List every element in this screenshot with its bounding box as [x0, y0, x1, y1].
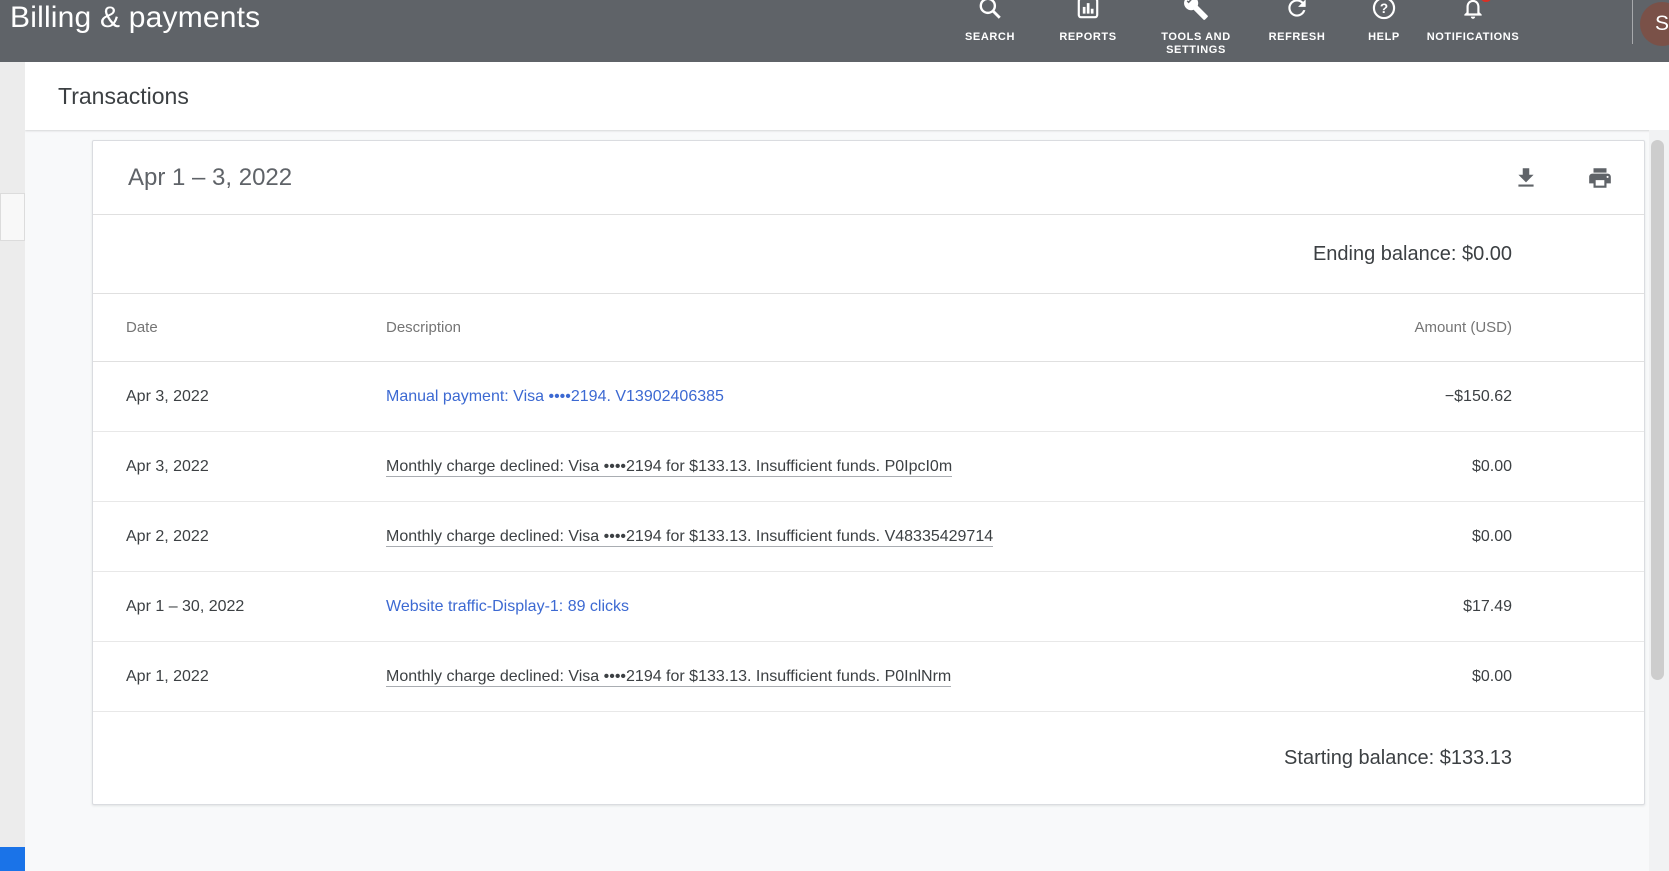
starting-balance: Starting balance: $133.13 — [1284, 747, 1512, 770]
bell-icon — [1460, 0, 1486, 21]
bottom-left-blue-element[interactable] — [0, 847, 25, 871]
transaction-amount: $0.00 — [1404, 668, 1644, 686]
table-row: Apr 3, 2022 Manual payment: Visa ••••219… — [93, 362, 1644, 432]
nav-tools-label: TOOLS AND SETTINGS — [1141, 31, 1251, 57]
avatar[interactable]: S — [1640, 2, 1669, 46]
page-title: Transactions — [58, 62, 189, 130]
transaction-date: Apr 1 – 30, 2022 — [93, 598, 386, 616]
help-icon: ? — [1371, 0, 1397, 21]
transaction-description: Monthly charge declined: Visa ••••2194 f… — [386, 668, 951, 687]
transaction-date: Apr 2, 2022 — [93, 528, 386, 546]
nav-reports[interactable]: REPORTS — [1038, 0, 1138, 62]
transaction-amount: −$150.62 — [1404, 388, 1644, 406]
starting-balance-row: Starting balance: $133.13 — [93, 712, 1644, 804]
nav-help-label: HELP — [1368, 31, 1400, 44]
transaction-amount: $17.49 — [1404, 598, 1644, 616]
nav-refresh[interactable]: REFRESH — [1247, 0, 1347, 62]
page-header-bar: Transactions — [25, 62, 1669, 130]
print-button[interactable] — [1585, 163, 1615, 193]
search-icon — [977, 0, 1003, 21]
right-scrollbar-thumb[interactable] — [1651, 140, 1664, 680]
ending-balance: Ending balance: $0.00 — [1313, 243, 1512, 266]
column-header-amount: Amount (USD) — [1404, 319, 1644, 336]
nav-tools-and-settings[interactable]: TOOLS AND SETTINGS — [1141, 0, 1251, 62]
table-row: Apr 1 – 30, 2022 Website traffic-Display… — [93, 572, 1644, 642]
wrench-icon — [1183, 0, 1209, 21]
app-title: Billing & payments — [10, 0, 260, 40]
nav-refresh-label: REFRESH — [1269, 31, 1326, 44]
refresh-icon — [1284, 0, 1310, 21]
ending-balance-row: Ending balance: $0.00 — [93, 215, 1644, 294]
transaction-description: Monthly charge declined: Visa ••••2194 f… — [386, 458, 952, 477]
app-bar: Billing & payments SEARCH REPORTS TOOLS … — [0, 0, 1669, 62]
nav-search[interactable]: SEARCH — [940, 0, 1040, 62]
table-row: Apr 1, 2022 Monthly charge declined: Vis… — [93, 642, 1644, 712]
transaction-link[interactable]: Manual payment: Visa ••••2194. V13902406… — [386, 388, 724, 405]
transactions-card: Apr 1 – 3, 2022 Ending balance: $0.00 Da… — [92, 140, 1645, 805]
transaction-description: Monthly charge declined: Visa ••••2194 f… — [386, 528, 993, 547]
column-header-date: Date — [93, 319, 386, 336]
avatar-letter: S — [1655, 12, 1669, 36]
transaction-link[interactable]: Website traffic-Display-1: 89 clicks — [386, 598, 629, 615]
transaction-amount: $0.00 — [1404, 528, 1644, 546]
table-row: Apr 2, 2022 Monthly charge declined: Vis… — [93, 502, 1644, 572]
transaction-date: Apr 3, 2022 — [93, 388, 386, 406]
print-icon — [1587, 165, 1613, 191]
transaction-amount: $0.00 — [1404, 458, 1644, 476]
nav-search-label: SEARCH — [965, 31, 1015, 44]
column-header-description: Description — [386, 319, 1404, 336]
download-button[interactable] — [1511, 163, 1541, 193]
svg-text:?: ? — [1380, 1, 1388, 16]
table-row: Apr 3, 2022 Monthly charge declined: Vis… — [93, 432, 1644, 502]
right-scrollbar-track — [1649, 130, 1669, 871]
card-header: Apr 1 – 3, 2022 — [93, 141, 1644, 215]
nav-help[interactable]: ? HELP — [1334, 0, 1434, 62]
left-scrollbar-thumb[interactable] — [0, 193, 25, 241]
download-icon — [1513, 165, 1539, 191]
nav-notifications[interactable]: NOTIFICATIONS — [1425, 0, 1521, 62]
transaction-date: Apr 3, 2022 — [93, 458, 386, 476]
appbar-divider — [1632, 0, 1633, 44]
table-header: Date Description Amount (USD) — [93, 294, 1644, 362]
nav-reports-label: REPORTS — [1059, 31, 1116, 44]
left-scrollbar-track — [0, 62, 25, 871]
date-range: Apr 1 – 3, 2022 — [128, 164, 292, 192]
nav-notifications-label: NOTIFICATIONS — [1427, 31, 1520, 44]
transaction-date: Apr 1, 2022 — [93, 668, 386, 686]
reports-icon — [1075, 0, 1101, 21]
